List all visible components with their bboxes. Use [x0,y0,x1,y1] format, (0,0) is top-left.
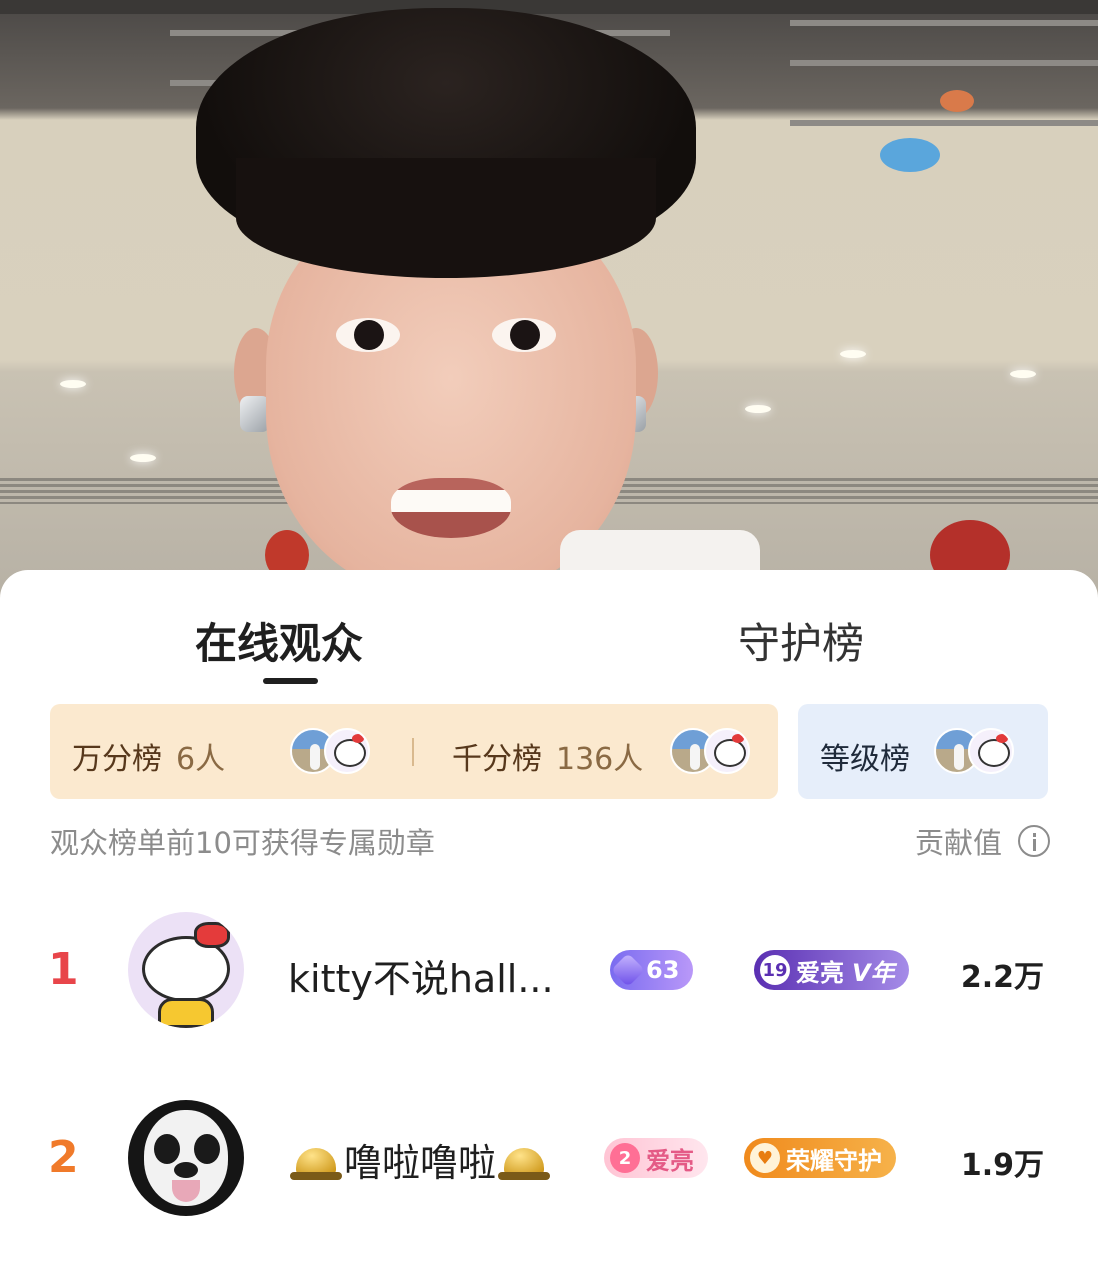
fan-club-badge: 19 爱亮 V年 [754,950,909,990]
tab-online-audience[interactable]: 在线观众 [195,610,363,671]
audience-panel: 在线观众 守护榜 万分榜 6人 千分榜 136人 等级榜 观众榜单前10可获得专… [0,570,1098,1280]
username[interactable]: 噜啦噜啦 [288,1132,552,1187]
gem-icon [611,953,645,987]
shelf [790,60,1098,66]
guardian-badge: ♥ 荣耀守护 [744,1138,896,1178]
user-level-badge: 63 [610,950,694,990]
fan-club-name: 爱亮 [796,958,844,987]
fan-level: 2 [610,1143,640,1173]
avatar [704,728,750,774]
ceiling-light [840,350,866,358]
divider [412,738,414,766]
bell-icon [496,1138,552,1182]
tab-bar: 在线观众 守护榜 [0,610,1098,690]
medal-hint: 观众榜单前10可获得专属勋章 [50,826,435,860]
contribution-header[interactable]: 贡献值 [915,820,1050,862]
ceiling-light [130,454,156,462]
contribution-score: 2.2万 [960,960,1044,995]
level-rank-avatars [934,728,1014,774]
qian-rank-name: 千分榜 [452,742,542,777]
avatar [968,728,1014,774]
qian-rank-count: 136人 [556,742,644,777]
fan-vip-suffix: V年 [852,958,895,987]
panda-eye [154,1134,180,1164]
wan-rank-entry[interactable]: 万分榜 6人 [72,734,225,778]
hair-bangs [236,158,656,278]
guardian-label: 荣耀守护 [786,1146,882,1175]
username-text: 噜啦噜啦 [344,1141,497,1185]
shelf [790,120,1098,126]
fan-level: 19 [760,955,790,985]
kitty-body [158,998,214,1028]
score-rank-card: 万分榜 6人 千分榜 136人 [50,704,778,799]
streamer [196,8,696,600]
contribution-score: 1.9万 [960,1148,1044,1183]
contribution-label: 贡献值 [914,826,1002,860]
avatar[interactable] [128,912,244,1028]
level-rank-card[interactable]: 等级榜 [798,704,1048,799]
avatar[interactable] [128,1100,244,1216]
ceiling-light [745,405,771,413]
viewer-row[interactable]: 1 kitty不说hall... 63 19 爱亮 V年 2.2万 [0,900,1098,1040]
panda-eye [194,1134,220,1164]
active-tab-indicator [263,678,318,684]
bell-icon [288,1138,344,1182]
eye [492,318,556,352]
qian-rank-entry[interactable]: 千分榜 136人 [452,734,643,778]
wan-rank-count: 6人 [176,742,226,777]
rank-number: 1 [48,944,79,995]
username[interactable]: kitty不说hall... [288,948,554,1003]
tab-guardian-list[interactable]: 守护榜 [738,610,864,671]
wan-rank-avatars [290,728,370,774]
shelf [790,20,1098,26]
ceiling-light [1010,370,1036,378]
ceiling-light [60,380,86,388]
user-level: 63 [646,956,680,984]
level-rank-name: 等级榜 [820,742,910,777]
kitty-bow [194,922,230,948]
fan-club-name: 爱亮 [646,1146,694,1175]
info-icon[interactable] [1018,825,1050,857]
rank-number: 2 [48,1132,79,1183]
toy-figure [880,138,940,172]
live-video[interactable] [0,0,1098,600]
wan-rank-name: 万分榜 [72,742,162,777]
avatar [324,728,370,774]
mouth [391,478,511,538]
viewer-row[interactable]: 2 噜啦噜啦 2 爱亮 ♥ 荣耀守护 1.9万 [0,1088,1098,1228]
panda-nose [174,1162,198,1178]
qian-rank-avatars [670,728,750,774]
fan-club-badge: 2 爱亮 [604,1138,708,1178]
toy-figure [940,90,974,112]
eye [336,318,400,352]
shield-icon: ♥ [750,1143,780,1173]
